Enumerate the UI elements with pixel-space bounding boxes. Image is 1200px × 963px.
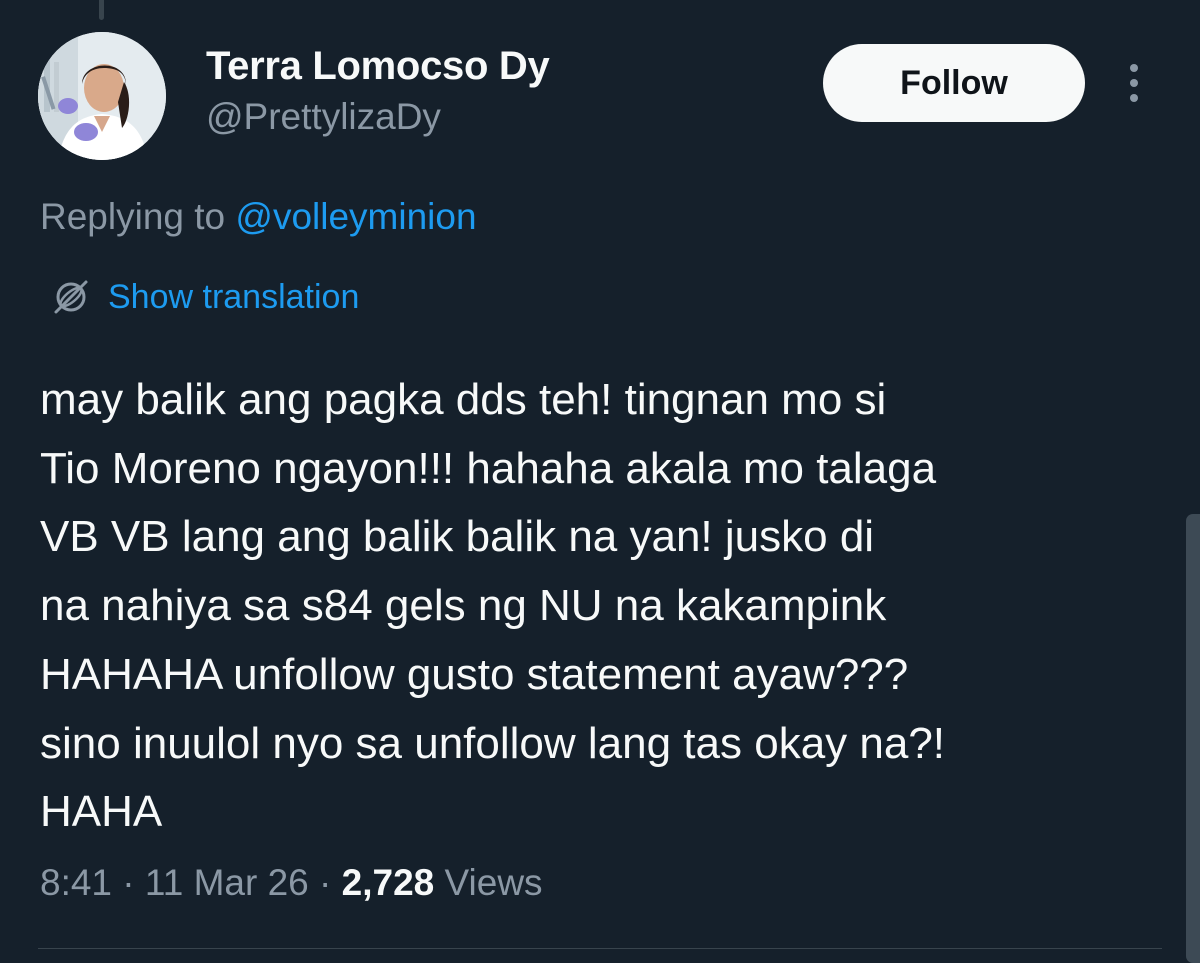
replying-prefix: Replying to: [40, 196, 226, 237]
tweet-text-line: sino inuulol nyo sa unfollow lang tas ok…: [40, 718, 946, 768]
views-label: Views: [444, 862, 543, 903]
globe-translate-icon: [54, 280, 88, 314]
tweet-text-line: VB VB lang ang balik balik na yan! jusko…: [40, 512, 875, 562]
tweet-text-line: HAHAHA unfollow gusto statement ayaw???: [40, 649, 909, 699]
tweet-text-line: Tio Moreno ngayon!!! hahaha akala mo tal…: [40, 443, 937, 493]
views-count[interactable]: 2,728: [342, 862, 435, 903]
tweet-time[interactable]: 8:41: [40, 862, 112, 903]
tweet-text: may balik ang pagka dds teh! tingnan mo …: [40, 366, 1160, 847]
tweet-text-line: HAHA: [40, 787, 163, 837]
follow-button[interactable]: Follow: [823, 44, 1085, 122]
author-handle[interactable]: @PrettylizaDy: [206, 96, 441, 138]
thread-connector-line: [99, 0, 104, 20]
author-display-name[interactable]: Terra Lomocso Dy: [206, 44, 550, 89]
show-translation-label: Show translation: [108, 277, 360, 316]
avatar[interactable]: [38, 32, 166, 160]
scrollbar[interactable]: [1186, 514, 1200, 963]
show-translation-button[interactable]: Show translation: [50, 276, 359, 318]
profile-photo-icon: [38, 32, 166, 160]
replying-to-line: Replying to @volleyminion: [40, 196, 477, 238]
tweet-text-line: may balik ang pagka dds teh! tingnan mo …: [40, 375, 887, 424]
divider: [38, 948, 1162, 949]
tweet-text-line: na nahiya sa s84 gels ng NU na kakampink: [40, 581, 887, 631]
meta-separator: ·: [122, 862, 135, 903]
replying-to-mention-link[interactable]: @volleyminion: [235, 196, 476, 237]
meta-separator: ·: [319, 862, 332, 903]
tweet-date[interactable]: 11 Mar 26: [145, 862, 309, 903]
tweet-metadata: 8:41 · 11 Mar 26 · 2,728 Views: [40, 862, 543, 904]
more-options-icon[interactable]: [1122, 62, 1146, 104]
